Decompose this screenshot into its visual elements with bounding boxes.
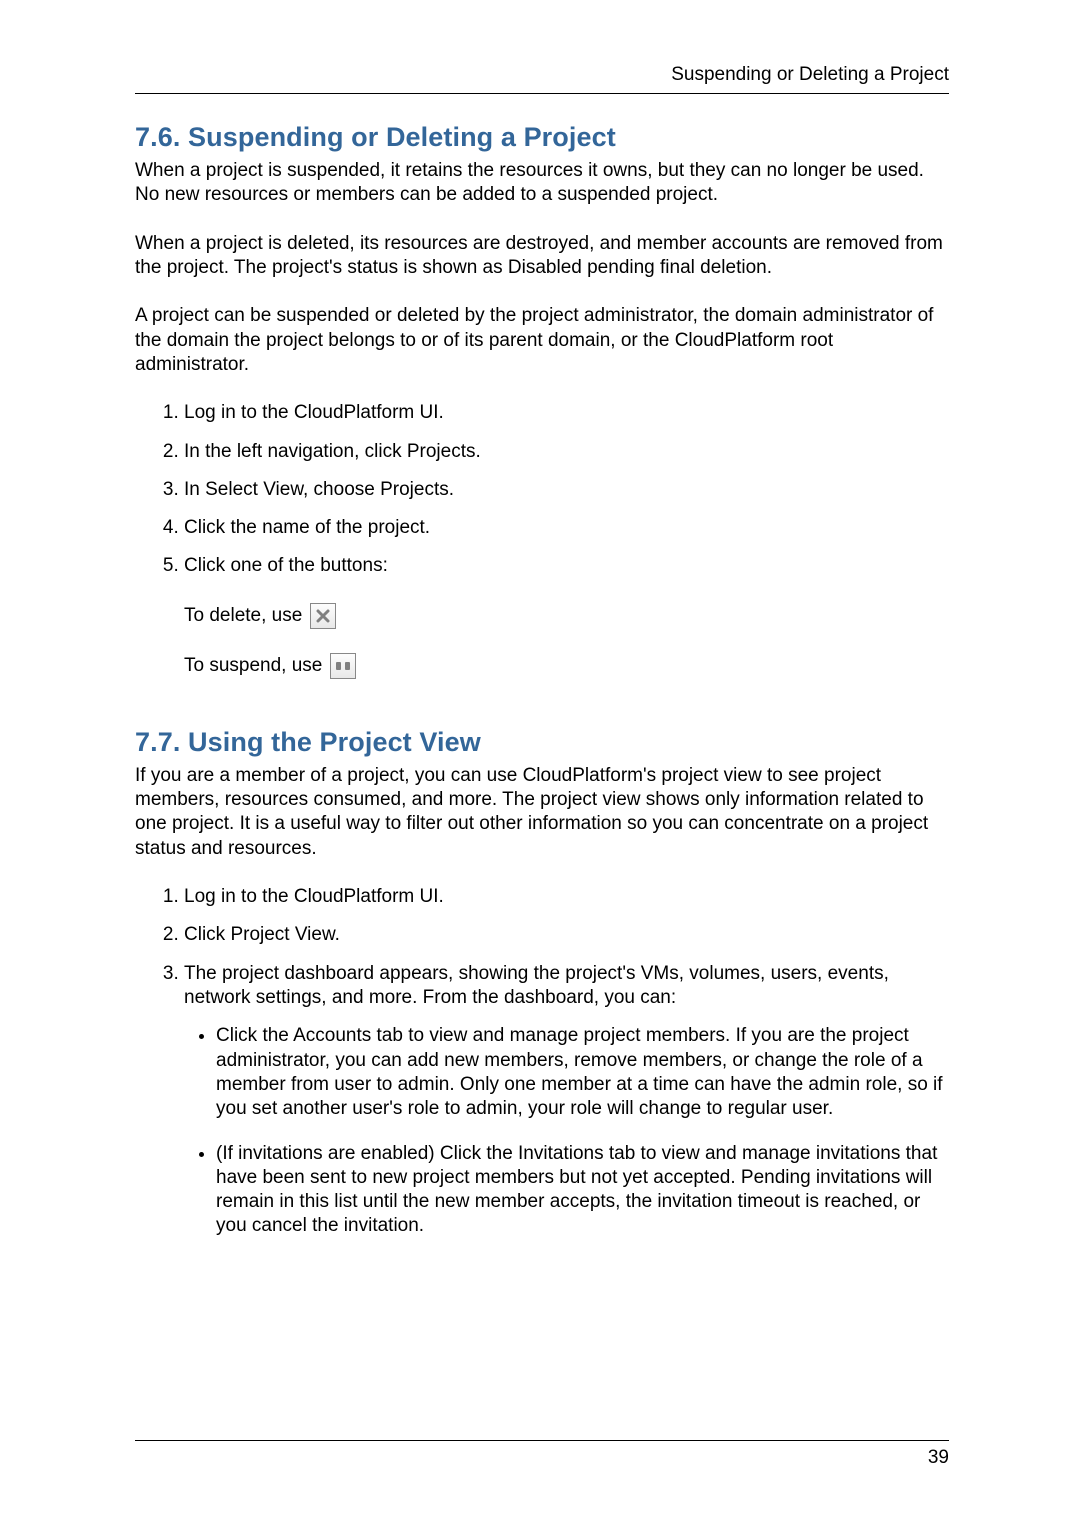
page-footer: 39: [135, 1440, 949, 1469]
page-content: Suspending or Deleting a Project 7.6. Su…: [0, 0, 1080, 1239]
page-number: 39: [928, 1447, 949, 1468]
section-7-7-steps: Log in to the CloudPlatform UI. Click Pr…: [135, 885, 949, 1239]
list-item: Click the Accounts tab to view and manag…: [216, 1024, 949, 1121]
section-7-7-bullets: Click the Accounts tab to view and manag…: [184, 1024, 949, 1239]
section-7-6-steps: Log in to the CloudPlatform UI. In the l…: [135, 401, 949, 679]
section-7-6-para-3: A project can be suspended or deleted by…: [135, 304, 949, 377]
section-7-6-heading: 7.6. Suspending or Deleting a Project: [135, 122, 949, 153]
section-7-7-heading: 7.7. Using the Project View: [135, 727, 949, 758]
list-item-text: The project dashboard appears, showing t…: [184, 963, 889, 1008]
suspend-lead-text: To suspend, use: [184, 654, 322, 678]
delete-instruction: To delete, use: [184, 603, 949, 629]
list-item: Click Project View.: [184, 923, 949, 947]
delete-icon: [310, 603, 336, 629]
delete-lead-text: To delete, use: [184, 604, 302, 628]
list-item: Log in to the CloudPlatform UI.: [184, 401, 949, 425]
list-item: In Select View, choose Projects.: [184, 478, 949, 502]
running-header: Suspending or Deleting a Project: [135, 64, 949, 94]
suspend-icon: [330, 653, 356, 679]
list-item: The project dashboard appears, showing t…: [184, 962, 949, 1239]
section-7-7-para-1: If you are a member of a project, you ca…: [135, 764, 949, 861]
list-item: In the left navigation, click Projects.: [184, 440, 949, 464]
list-item: Click one of the buttons: To delete, use…: [184, 554, 949, 678]
list-item-text: Click one of the buttons:: [184, 555, 388, 576]
suspend-instruction: To suspend, use: [184, 653, 949, 679]
list-item: (If invitations are enabled) Click the I…: [216, 1142, 949, 1239]
list-item: Log in to the CloudPlatform UI.: [184, 885, 949, 909]
list-item: Click the name of the project.: [184, 516, 949, 540]
section-7-6-para-2: When a project is deleted, its resources…: [135, 232, 949, 281]
section-7-6-para-1: When a project is suspended, it retains …: [135, 159, 949, 208]
